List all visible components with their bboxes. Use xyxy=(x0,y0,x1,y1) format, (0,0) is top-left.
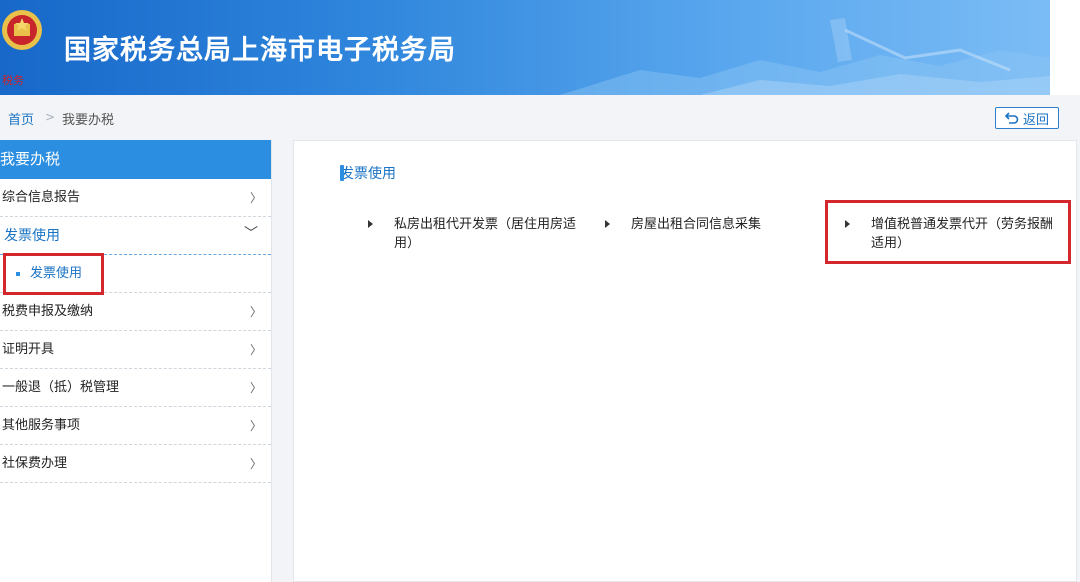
link-vat-invoice[interactable]: 增值税普通发票代开（劳务报酬 适用） xyxy=(845,215,1071,253)
link-rental-contract[interactable]: 房屋出租合同信息采集 xyxy=(605,215,805,234)
sidebar-item-label: 其他服务事项 xyxy=(2,407,80,445)
chevron-down-icon: ﹀ xyxy=(244,215,258,253)
sidebar-item-invoice-use[interactable]: 发票使用 ﹀ xyxy=(0,217,271,255)
header-banner: 税务 国家税务总局上海市电子税务局 xyxy=(0,0,1050,95)
link-label-line1: 房屋出租合同信息采集 xyxy=(605,215,805,234)
triangle-right-icon xyxy=(845,220,850,228)
bullet-icon xyxy=(16,272,20,276)
sidebar-item-label: 综合信息报告 xyxy=(2,179,80,217)
site-title: 国家税务总局上海市电子税务局 xyxy=(64,28,456,67)
sidebar: 我要办税 综合信息报告 〉 发票使用 ﹀ 发票使用 税费申报及缴纳 〉 证明开具… xyxy=(0,140,272,582)
sidebar-item-tax-declaration[interactable]: 税费申报及缴纳 〉 xyxy=(0,293,271,331)
chevron-right-icon: 〉 xyxy=(250,407,262,445)
sidebar-item-certificate[interactable]: 证明开具 〉 xyxy=(0,331,271,369)
main-panel: 发票使用 私房出租代开发票（居住用房适 用） 房屋出租合同信息采集 增值税普通发… xyxy=(293,140,1077,582)
chevron-right-icon: 〉 xyxy=(250,179,262,217)
sidebar-item-other-services[interactable]: 其他服务事项 〉 xyxy=(0,407,271,445)
page: 税务 国家税务总局上海市电子税务局 首页 > 我要办税 返回 我要办税 综合信息… xyxy=(0,0,1080,582)
banner-edge xyxy=(1050,0,1080,95)
sidebar-item-label: 证明开具 xyxy=(2,331,54,369)
chevron-right-icon: 〉 xyxy=(250,369,262,407)
svg-text:税务: 税务 xyxy=(2,73,24,87)
sidebar-item-label: 社保费办理 xyxy=(2,445,67,483)
breadcrumb: 首页 > 我要办税 xyxy=(0,95,1080,139)
sidebar-item-social-insurance[interactable]: 社保费办理 〉 xyxy=(0,445,271,483)
sidebar-item-comprehensive-report[interactable]: 综合信息报告 〉 xyxy=(0,179,271,217)
section-title: 发票使用 xyxy=(340,163,396,183)
chevron-right-icon: 〉 xyxy=(250,331,262,369)
chevron-right-icon: 〉 xyxy=(250,445,262,483)
section-title-marker xyxy=(340,165,344,181)
link-label-line2: 用） xyxy=(368,234,608,253)
sidebar-subitem-invoice-use[interactable]: 发票使用 xyxy=(0,255,271,293)
triangle-right-icon xyxy=(368,220,373,228)
back-button[interactable]: 返回 xyxy=(995,107,1059,129)
link-label-line1: 增值税普通发票代开（劳务报酬 xyxy=(845,215,1071,234)
tax-emblem-icon: 税务 xyxy=(0,4,48,88)
sidebar-item-label: 一般退（抵）税管理 xyxy=(2,369,119,407)
back-button-label: 返回 xyxy=(1023,109,1049,128)
sidebar-item-label: 税费申报及缴纳 xyxy=(2,293,93,331)
sidebar-item-label: 发票使用 xyxy=(4,217,60,255)
link-label-line2: 适用） xyxy=(845,234,1071,253)
sidebar-subitem-label: 发票使用 xyxy=(30,255,82,293)
link-label-line1: 私房出租代开发票（居住用房适 xyxy=(368,215,608,234)
return-arrow-icon xyxy=(1005,112,1019,124)
sidebar-item-tax-refund[interactable]: 一般退（抵）税管理 〉 xyxy=(0,369,271,407)
triangle-right-icon xyxy=(605,220,610,228)
link-rental-invoice[interactable]: 私房出租代开发票（居住用房适 用） xyxy=(368,215,608,253)
chevron-right-icon: 〉 xyxy=(250,293,262,331)
breadcrumb-separator: > xyxy=(45,110,55,124)
sidebar-heading: 我要办税 xyxy=(0,140,271,179)
breadcrumb-current: 我要办税 xyxy=(62,109,114,128)
breadcrumb-home-link[interactable]: 首页 xyxy=(8,109,34,128)
